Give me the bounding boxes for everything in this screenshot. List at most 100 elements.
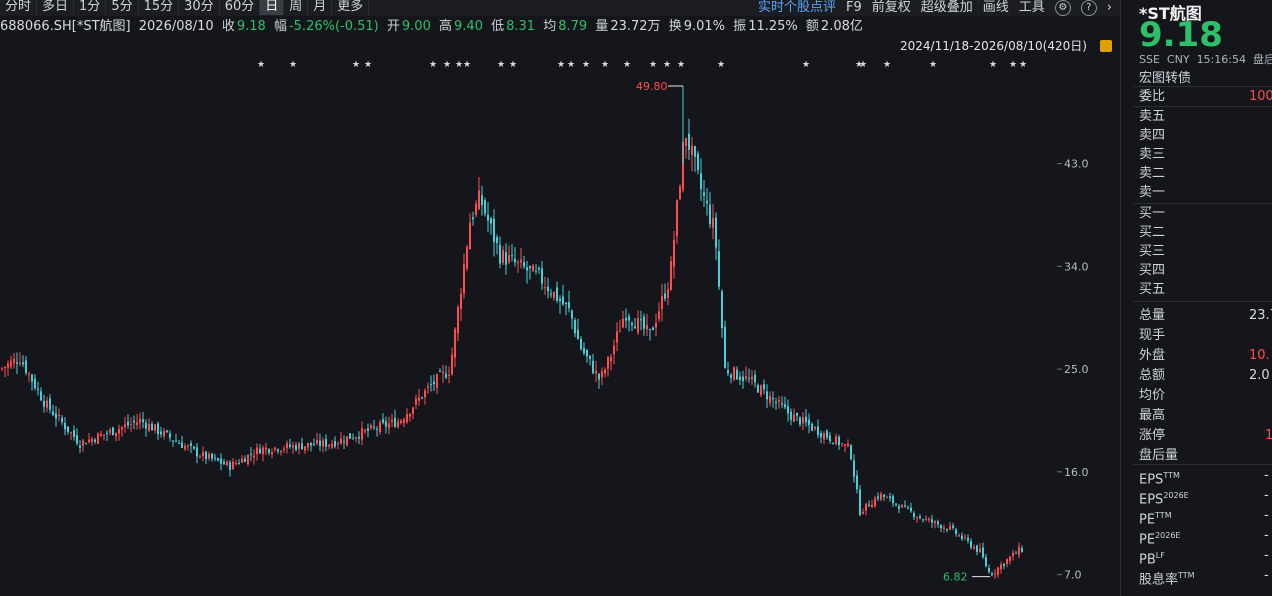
candle-body (628, 316, 630, 321)
candle-body (814, 427, 816, 429)
candle-body (58, 414, 60, 417)
candle-body (328, 444, 330, 447)
tab-5min[interactable]: 5分 (106, 0, 139, 15)
candle-body (688, 133, 690, 150)
candle-body (238, 462, 240, 464)
chevron-right-icon[interactable]: › (1107, 1, 1112, 15)
candle-body (790, 411, 792, 420)
candle-body (73, 429, 75, 437)
f9-button[interactable]: F9 (846, 1, 862, 15)
tools-button[interactable]: 工具 (1019, 1, 1045, 15)
candle-body (220, 458, 222, 464)
overlay-button[interactable]: 超级叠加 (921, 1, 973, 15)
candle-body (244, 458, 246, 463)
candle-body (673, 239, 675, 267)
candle-body (892, 496, 894, 504)
tab-30min[interactable]: 30分 (179, 0, 220, 15)
candle-body (1000, 564, 1002, 570)
stat-row: 总额 2.0 (1139, 366, 1272, 385)
tab-day[interactable]: 日 (260, 0, 285, 15)
tab-multiday[interactable]: 多日 (37, 0, 75, 15)
tab-timeshare[interactable]: 分时 (0, 0, 38, 15)
candle-body (787, 406, 789, 414)
kline-svg[interactable]: 43.034.025.016.07.049.806.82★ ★ ★ ★ ★ ★ ★ ★ ★ ★ ★ ★… (0, 56, 1120, 596)
candle-body (436, 374, 438, 388)
candle-body (574, 319, 576, 334)
candle-body (193, 446, 195, 449)
news-marker-icon: ★ (649, 60, 657, 70)
candle-body (742, 376, 744, 382)
news-marker-icon: ★ (717, 60, 725, 70)
candle-body (979, 548, 981, 553)
draw-line-button[interactable]: 画线 (983, 1, 1009, 15)
candle-body (67, 426, 69, 432)
stock-code: 688066.SH[*ST航图] (0, 19, 131, 34)
candle-body (745, 376, 747, 379)
candle-body (169, 433, 171, 438)
convertible-bond-link[interactable]: 宏图转债 (1139, 67, 1191, 86)
candle-body (820, 433, 822, 438)
candle-body (46, 400, 48, 408)
weibi-row: 委比 100. (1139, 87, 1272, 106)
candle-body (577, 329, 579, 340)
candle-body (700, 173, 702, 190)
candle-body (727, 370, 729, 374)
candle-body (973, 546, 975, 549)
date-range[interactable]: 2024/11/18-2026/08/10(420日) (900, 38, 1087, 54)
candle-body (232, 461, 234, 470)
candle-body (958, 535, 960, 537)
tab-15min[interactable]: 15分 (139, 0, 180, 15)
candle-body (457, 307, 459, 334)
change-label: 幅 (273, 19, 287, 34)
settings-icon[interactable]: ⚙ (1054, 0, 1071, 16)
candle-body (868, 504, 870, 507)
weibi-label: 委比 (1139, 89, 1166, 104)
candle-body (631, 322, 633, 325)
candle-body (730, 374, 732, 378)
tab-week[interactable]: 周 (284, 0, 309, 15)
candle-body (391, 419, 393, 422)
stock-review-button[interactable]: 实时个股点评 (758, 1, 836, 15)
candle-body (655, 322, 657, 328)
candle-body (250, 453, 252, 455)
candle-body (886, 497, 888, 499)
candle-body (982, 547, 984, 558)
period-tabs: 分时 多日 1分 5分 15分 30分 60分 日 周 月 更多 (0, 0, 370, 16)
candle-body (433, 381, 435, 385)
candle-body (589, 355, 591, 360)
candle-body (163, 430, 165, 437)
candle-body (1, 368, 3, 370)
tab-60min[interactable]: 60分 (220, 0, 261, 15)
candle-body (763, 384, 765, 390)
candle-body (286, 443, 288, 448)
forward-adjust-button[interactable]: 前复权 (872, 1, 911, 15)
avg-label: 均 (543, 19, 557, 34)
candle-body (697, 153, 699, 171)
candle-body (568, 302, 570, 309)
candle-body (793, 414, 795, 422)
kline-chart[interactable]: 43.0 34.0 25.0 16.0 7.0 49.80 6.82 ★ ★ ★ ★ ★ ★ ★ ★ ★ ★ ★ ★… (0, 56, 1120, 596)
valuation-row: PBLF - (1139, 546, 1272, 567)
news-marker-icon: ★ (557, 60, 565, 70)
tab-1min[interactable]: 1分 (74, 0, 107, 15)
tab-month[interactable]: 月 (308, 0, 333, 15)
candle-body (862, 512, 864, 514)
candle-body (361, 428, 363, 440)
lock-icon[interactable] (1100, 40, 1112, 52)
help-icon[interactable]: ? (1080, 0, 1097, 16)
candle-body (517, 261, 519, 263)
candle-body (610, 356, 612, 362)
candle-body (280, 450, 282, 453)
candle-body (82, 440, 84, 446)
candle-body (985, 557, 987, 567)
candle-body (571, 310, 573, 319)
candle-body (439, 370, 441, 372)
candle-body (907, 507, 909, 509)
candle-body (664, 293, 666, 299)
candle-body (538, 267, 540, 270)
quote-sidebar: *ST航图 9.18 SSE CNY 15:16:54 盘后 宏图转债 委比 1… (1120, 0, 1272, 596)
tab-more[interactable]: 更多 (332, 0, 370, 15)
candle-body (406, 414, 408, 423)
candle-body (172, 440, 174, 442)
candle-body (121, 427, 123, 430)
